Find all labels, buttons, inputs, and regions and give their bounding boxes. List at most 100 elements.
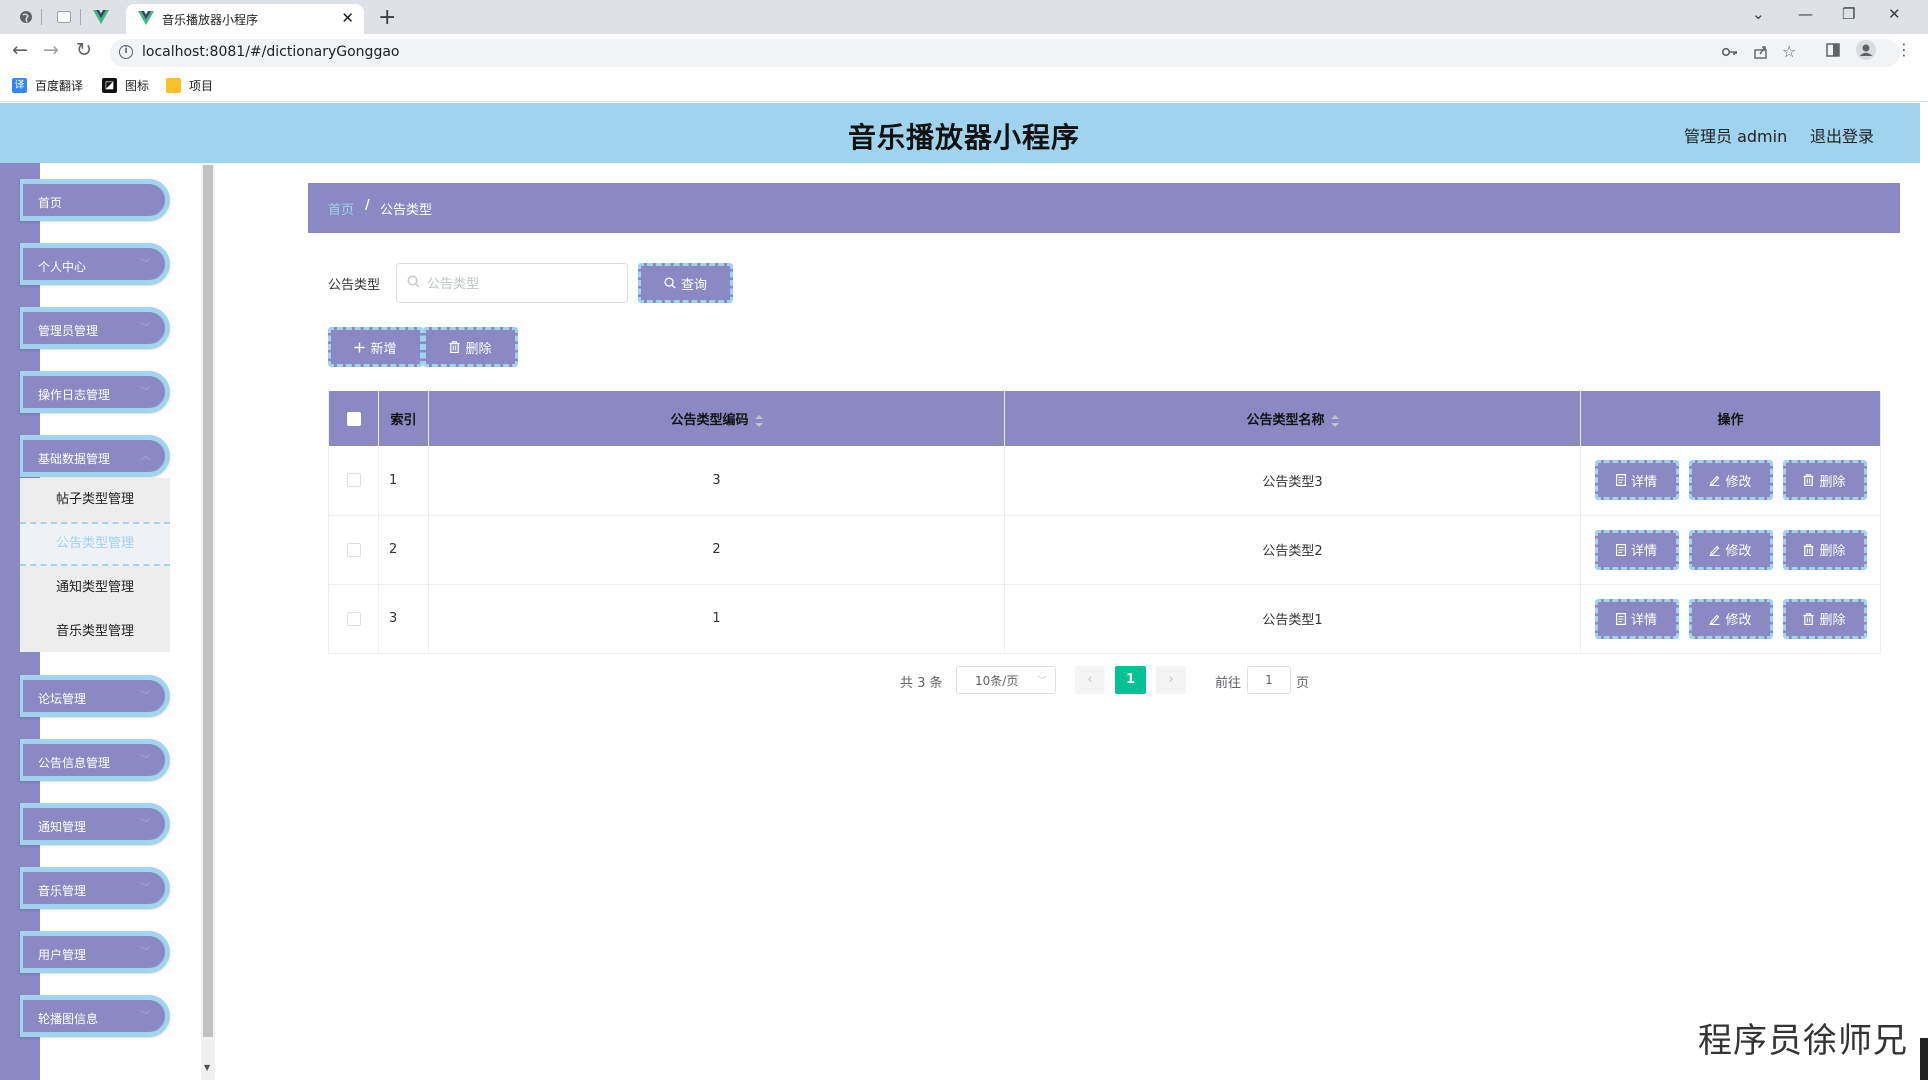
submenu-item-notification-types[interactable]: 通知类型管理 (20, 566, 170, 610)
share-icon[interactable] (1753, 44, 1769, 64)
url-text[interactable]: localhost:8081/#/dictionaryGonggao (142, 44, 399, 60)
row-index: 1 (378, 446, 429, 516)
sidebar-item-carousel[interactable]: 轮播图信息 ﹀ (20, 995, 170, 1037)
submenu-item-notice-types[interactable]: 公告类型管理 (20, 522, 170, 566)
active-tab[interactable]: 音乐播放器小程序 ✕ (126, 4, 364, 34)
tab-search-chevron-icon[interactable]: ⌄ (1752, 5, 1765, 23)
sidebar-item-users[interactable]: 用户管理 ﹀ (20, 931, 170, 973)
app-title: 音乐播放器小程序 (848, 121, 1081, 154)
row-name: 公告类型1 (1004, 584, 1581, 654)
next-page-button[interactable]: › (1156, 666, 1186, 694)
browser-menu-icon[interactable]: ⋮ (1896, 40, 1912, 59)
trash-icon (1803, 474, 1814, 487)
submenu-item-music-types[interactable]: 音乐类型管理 (20, 610, 170, 654)
row-delete-button[interactable]: 删除 (1782, 460, 1867, 501)
detail-button[interactable]: 详情 (1594, 529, 1679, 570)
edit-button[interactable]: 修改 (1688, 529, 1773, 570)
vue-favicon-icon (138, 11, 154, 27)
sidebar-item-admins[interactable]: 管理员管理 ﹀ (20, 307, 170, 349)
document-icon (1615, 474, 1626, 487)
batch-delete-button[interactable]: 删除 (423, 327, 518, 367)
app-header: 音乐播放器小程序 管理员 admin 退出登录 (0, 103, 1920, 163)
pencil-icon (1709, 474, 1720, 487)
profile-avatar-icon[interactable] (1856, 40, 1876, 64)
pencil-icon (1709, 544, 1720, 556)
scroll-down-arrow-icon[interactable]: ▼ (204, 1063, 210, 1072)
sidebar: 首页 个人中心 ﹀ 管理员管理 ﹀ 操作日志管理 ﹀ 基础数据管理 ︿ 帖子类型… (0, 163, 215, 1080)
sidebar-item-notifications[interactable]: 通知管理 ﹀ (20, 803, 170, 845)
prev-page-button[interactable]: ‹ (1075, 666, 1105, 694)
current-user: 管理员 admin (1684, 127, 1788, 146)
chevron-down-icon: ﹀ (140, 817, 151, 830)
scrollbar-thumb[interactable] (203, 165, 213, 1037)
detail-button[interactable]: 详情 (1594, 598, 1679, 639)
sidebar-item-forum[interactable]: 论坛管理 ﹀ (20, 675, 170, 717)
restore-icon[interactable]: ❐ (1842, 5, 1855, 23)
globe-icon[interactable] (18, 9, 34, 25)
submenu-item-post-types[interactable]: 帖子类型管理 (20, 478, 170, 522)
edit-button[interactable]: 修改 (1688, 598, 1773, 639)
forward-arrow-icon[interactable]: → (43, 39, 59, 61)
sidebar-item-notices[interactable]: 公告信息管理 ﹀ (20, 739, 170, 781)
row-code: 2 (428, 515, 1005, 585)
sidebar-item-home[interactable]: 首页 (20, 179, 170, 221)
search-label: 公告类型 (328, 278, 381, 293)
chevron-down-icon: ﹀ (140, 257, 151, 270)
breadcrumb: 首页 / 公告类型 (308, 183, 1900, 233)
trash-icon (1803, 612, 1814, 625)
page-size-select[interactable]: 10条/页 ﹀ (956, 666, 1056, 694)
row-delete-button[interactable]: 删除 (1782, 598, 1867, 639)
chevron-down-icon: ﹀ (140, 321, 151, 334)
row-checkbox[interactable] (346, 611, 361, 626)
search-input[interactable] (427, 273, 617, 295)
image-icon: ◪ (102, 78, 117, 93)
row-checkbox[interactable] (346, 542, 361, 557)
chevron-down-icon: ﹀ (140, 385, 151, 398)
site-info-icon[interactable]: i (119, 45, 133, 59)
minimize-icon[interactable]: — (1798, 5, 1813, 23)
bookmark-star-icon[interactable]: ☆ (1782, 42, 1796, 61)
bookmark-baidu-translate[interactable]: 译 百度翻译 (12, 77, 83, 94)
search-field[interactable] (396, 263, 628, 303)
chevron-down-icon: ﹀ (1037, 676, 1047, 687)
breadcrumb-home[interactable]: 首页 (328, 199, 354, 218)
select-all-checkbox[interactable] (346, 411, 361, 426)
edit-button[interactable]: 修改 (1688, 460, 1773, 501)
sidebar-item-basic-data[interactable]: 基础数据管理 ︿ (20, 435, 170, 477)
sort-caret-icon[interactable] (754, 414, 763, 427)
sidebar-item-profile[interactable]: 个人中心 ﹀ (20, 243, 170, 285)
goto-page-input[interactable]: 1 (1247, 666, 1291, 694)
sidebar-item-operation-logs[interactable]: 操作日志管理 ﹀ (20, 371, 170, 413)
current-page-button[interactable]: 1 (1115, 666, 1146, 694)
detail-button[interactable]: 详情 (1594, 460, 1679, 501)
basic-data-submenu: 帖子类型管理 公告类型管理 通知类型管理 音乐类型管理 (20, 478, 170, 652)
add-button[interactable]: 新增 (328, 327, 423, 367)
address-bar[interactable]: i localhost:8081/#/dictionaryGonggao ☆ (110, 39, 1900, 67)
pagination-total: 共 3 条 (900, 676, 943, 691)
chevron-down-icon: ﹀ (140, 881, 151, 894)
query-button[interactable]: 查询 (638, 263, 733, 303)
chevron-down-icon: ﹀ (140, 1009, 151, 1022)
column-header-code[interactable]: 公告类型编码 (428, 391, 1005, 446)
window-close-icon[interactable]: ✕ (1888, 5, 1901, 23)
row-checkbox[interactable] (346, 473, 361, 488)
side-panel-icon[interactable] (1826, 43, 1840, 61)
reload-icon[interactable]: ↻ (76, 39, 92, 61)
row-delete-button[interactable]: 删除 (1782, 529, 1867, 570)
blank-tab-icon[interactable] (56, 9, 72, 25)
bookmark-icons[interactable]: ◪ 图标 (102, 77, 149, 94)
new-tab-icon[interactable]: + (378, 5, 396, 30)
column-header-actions: 操作 (1580, 391, 1881, 446)
tab-close-icon[interactable]: ✕ (341, 9, 354, 27)
sidebar-scrollbar[interactable]: ▼ (201, 163, 215, 1080)
column-header-name[interactable]: 公告类型名称 (1004, 391, 1581, 446)
page-suffix: 页 (1296, 676, 1310, 691)
sort-caret-icon[interactable] (1330, 414, 1339, 427)
bookmark-project[interactable]: 项目 (166, 77, 213, 94)
logout-link[interactable]: 退出登录 (1810, 123, 1874, 147)
chevron-down-icon: ﹀ (140, 689, 151, 702)
back-arrow-icon[interactable]: ← (12, 39, 28, 61)
sidebar-item-music[interactable]: 音乐管理 ﹀ (20, 867, 170, 909)
key-icon[interactable] (1721, 45, 1738, 61)
vue-tab-icon[interactable] (93, 9, 109, 25)
